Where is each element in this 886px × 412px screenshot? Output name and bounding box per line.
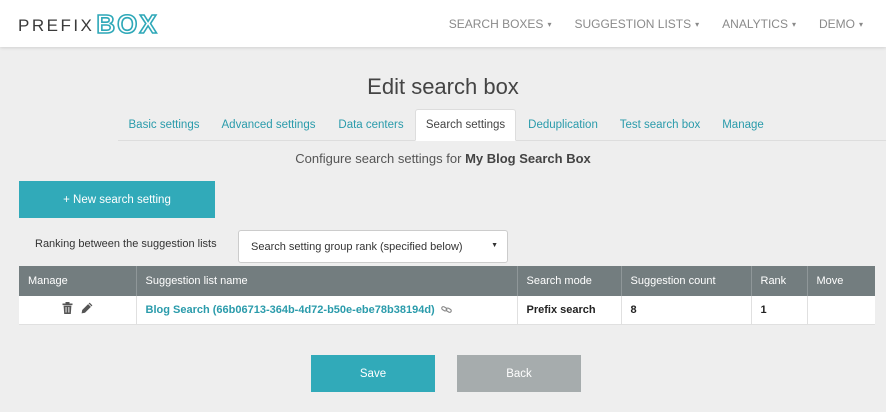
move-cell bbox=[807, 296, 875, 325]
tab-basic-settings[interactable]: Basic settings bbox=[120, 109, 208, 141]
tab-manage[interactable]: Manage bbox=[714, 109, 772, 141]
nav-demo[interactable]: DEMO ▾ bbox=[819, 17, 863, 31]
logo-prefix-text: PREFIX bbox=[18, 16, 95, 35]
main-nav-menu: SEARCH BOXES ▾ SUGGESTION LISTS ▾ ANALYTIC… bbox=[449, 0, 886, 47]
section-subtitle: Configure search settings for My Blog Se… bbox=[0, 151, 886, 166]
logo-box-text: BOX bbox=[96, 9, 159, 39]
page-title: Edit search box bbox=[367, 74, 519, 99]
ranking-selected-value: Search setting group rank (specified bel… bbox=[251, 240, 463, 253]
tab-data-centers[interactable]: Data centers bbox=[330, 109, 412, 141]
manage-cell bbox=[19, 296, 137, 325]
nav-suggestion-lists-label: SUGGESTION LISTS bbox=[574, 16, 692, 31]
trash-icon[interactable] bbox=[62, 302, 73, 317]
column-header-suggestion-count: Suggestion count bbox=[621, 266, 752, 296]
new-search-setting-button[interactable]: + New search setting bbox=[19, 181, 215, 218]
column-header-rank: Rank bbox=[751, 266, 808, 296]
caret-down-icon: ▾ bbox=[858, 19, 863, 29]
nav-demo-label: DEMO bbox=[818, 16, 855, 31]
back-button[interactable]: Back bbox=[457, 355, 581, 392]
dropdown-arrow-icon: ▼ bbox=[491, 242, 498, 249]
suggestion-count-cell: 8 bbox=[621, 296, 752, 325]
ranking-select[interactable]: Search setting group rank (specified bel… bbox=[238, 230, 508, 263]
save-button[interactable]: Save bbox=[311, 355, 435, 392]
nav-analytics[interactable]: ANALYTICS ▾ bbox=[722, 17, 796, 31]
suggestion-list-name-cell: Blog Search (66b06713-364b-4d72-b50e-ebe… bbox=[136, 296, 518, 325]
suggestion-list-link[interactable]: Blog Search (66b06713-364b-4d72-b50e-ebe… bbox=[146, 304, 435, 316]
column-header-move: Move bbox=[807, 266, 875, 296]
top-navbar: PREFIX BOX SEARCH BOXES ▾ SUGGESTION LIST… bbox=[0, 0, 886, 47]
tab-test-search-box[interactable]: Test search box bbox=[612, 109, 708, 141]
column-header-manage: Manage bbox=[19, 266, 137, 296]
nav-suggestion-lists[interactable]: SUGGESTION LISTS ▾ bbox=[574, 17, 699, 31]
search-box-name: My Blog Search Box bbox=[465, 151, 591, 166]
subtitle-prefix: Configure search settings for bbox=[295, 151, 462, 166]
caret-down-icon: ▾ bbox=[791, 19, 796, 29]
search-mode-cell: Prefix search bbox=[517, 296, 622, 325]
settings-tabs: Basic settings Advanced settings Data ce… bbox=[0, 109, 886, 141]
tab-deduplication[interactable]: Deduplication bbox=[520, 109, 606, 141]
column-header-suggestion-list-name: Suggestion list name bbox=[136, 266, 518, 296]
table-header-row: Manage Suggestion list name Search mode … bbox=[19, 266, 875, 296]
tab-advanced-settings[interactable]: Advanced settings bbox=[212, 109, 325, 141]
nav-analytics-label: ANALYTICS bbox=[722, 16, 788, 31]
nav-search-boxes-label: SEARCH BOXES bbox=[448, 16, 544, 31]
pencil-icon[interactable] bbox=[81, 302, 93, 317]
caret-down-icon: ▾ bbox=[547, 19, 552, 29]
ranking-label: Ranking between the suggestion lists bbox=[35, 238, 217, 250]
nav-search-boxes[interactable]: SEARCH BOXES ▾ bbox=[449, 17, 552, 31]
link-icon[interactable] bbox=[438, 304, 452, 316]
table-row: Blog Search (66b06713-364b-4d72-b50e-ebe… bbox=[19, 296, 875, 325]
search-settings-table: Manage Suggestion list name Search mode … bbox=[19, 266, 875, 325]
tab-search-settings[interactable]: Search settings bbox=[415, 109, 516, 141]
prefixbox-logo[interactable]: PREFIX BOX bbox=[18, 9, 159, 39]
column-header-search-mode: Search mode bbox=[517, 266, 622, 296]
rank-cell: 1 bbox=[751, 296, 808, 325]
caret-down-icon: ▾ bbox=[695, 19, 700, 29]
